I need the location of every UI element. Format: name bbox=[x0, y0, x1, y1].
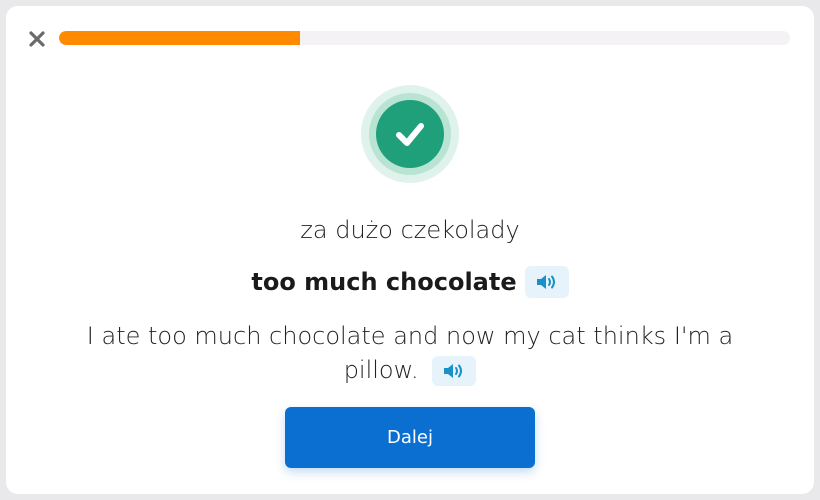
speaker-icon bbox=[444, 364, 463, 378]
speaker-icon bbox=[536, 275, 555, 289]
play-sentence-audio-button[interactable] bbox=[432, 356, 477, 386]
checkmark-icon bbox=[396, 123, 424, 146]
close-button[interactable] bbox=[26, 28, 48, 50]
target-row: too much chocolate bbox=[6, 266, 814, 298]
result-badge bbox=[361, 85, 459, 183]
example-sentence: I ate too much chocolate and now my cat … bbox=[86, 322, 734, 384]
play-phrase-audio-button[interactable] bbox=[524, 266, 569, 298]
example-sentence-block: I ate too much chocolate and now my cat … bbox=[46, 319, 774, 387]
target-phrase: too much chocolate bbox=[251, 268, 517, 296]
progress-fill bbox=[59, 31, 301, 45]
close-icon bbox=[29, 31, 45, 47]
continue-button[interactable]: Dalej bbox=[285, 407, 535, 468]
exercise-card: za dużo czekolady too much chocolate I a… bbox=[6, 6, 814, 494]
progress-bar bbox=[59, 31, 790, 45]
source-phrase: za dużo czekolady bbox=[300, 216, 520, 244]
